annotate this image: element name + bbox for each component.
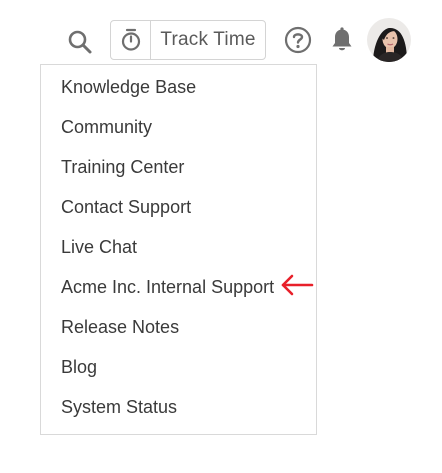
notifications-button[interactable]	[328, 24, 356, 56]
help-button[interactable]	[282, 24, 314, 56]
timer-icon-wrapper	[111, 21, 151, 59]
timer-icon	[121, 28, 140, 51]
help-menu-dropdown: Knowledge Base Community Training Center…	[40, 64, 317, 435]
menu-item-knowledge-base[interactable]: Knowledge Base	[41, 67, 316, 107]
avatar-image	[367, 18, 411, 62]
search-icon	[68, 30, 92, 54]
menu-item-training-center[interactable]: Training Center	[41, 147, 316, 187]
track-time-label: Track Time	[160, 29, 256, 50]
search-button[interactable]	[64, 26, 96, 58]
menu-item-contact-support[interactable]: Contact Support	[41, 187, 316, 227]
menu-item-release-notes[interactable]: Release Notes	[41, 307, 316, 347]
help-icon	[284, 26, 312, 54]
help-menu-list: Knowledge Base Community Training Center…	[41, 67, 316, 427]
track-time-button[interactable]: Track Time	[110, 20, 266, 60]
user-avatar[interactable]	[367, 18, 411, 62]
menu-item-system-status[interactable]: System Status	[41, 387, 316, 427]
menu-item-community[interactable]: Community	[41, 107, 316, 147]
red-arrow-annotation	[281, 274, 314, 296]
menu-item-live-chat[interactable]: Live Chat	[41, 227, 316, 267]
bell-icon	[332, 27, 352, 51]
menu-item-internal-support[interactable]: Acme Inc. Internal Support	[41, 267, 316, 307]
menu-item-blog[interactable]: Blog	[41, 347, 316, 387]
